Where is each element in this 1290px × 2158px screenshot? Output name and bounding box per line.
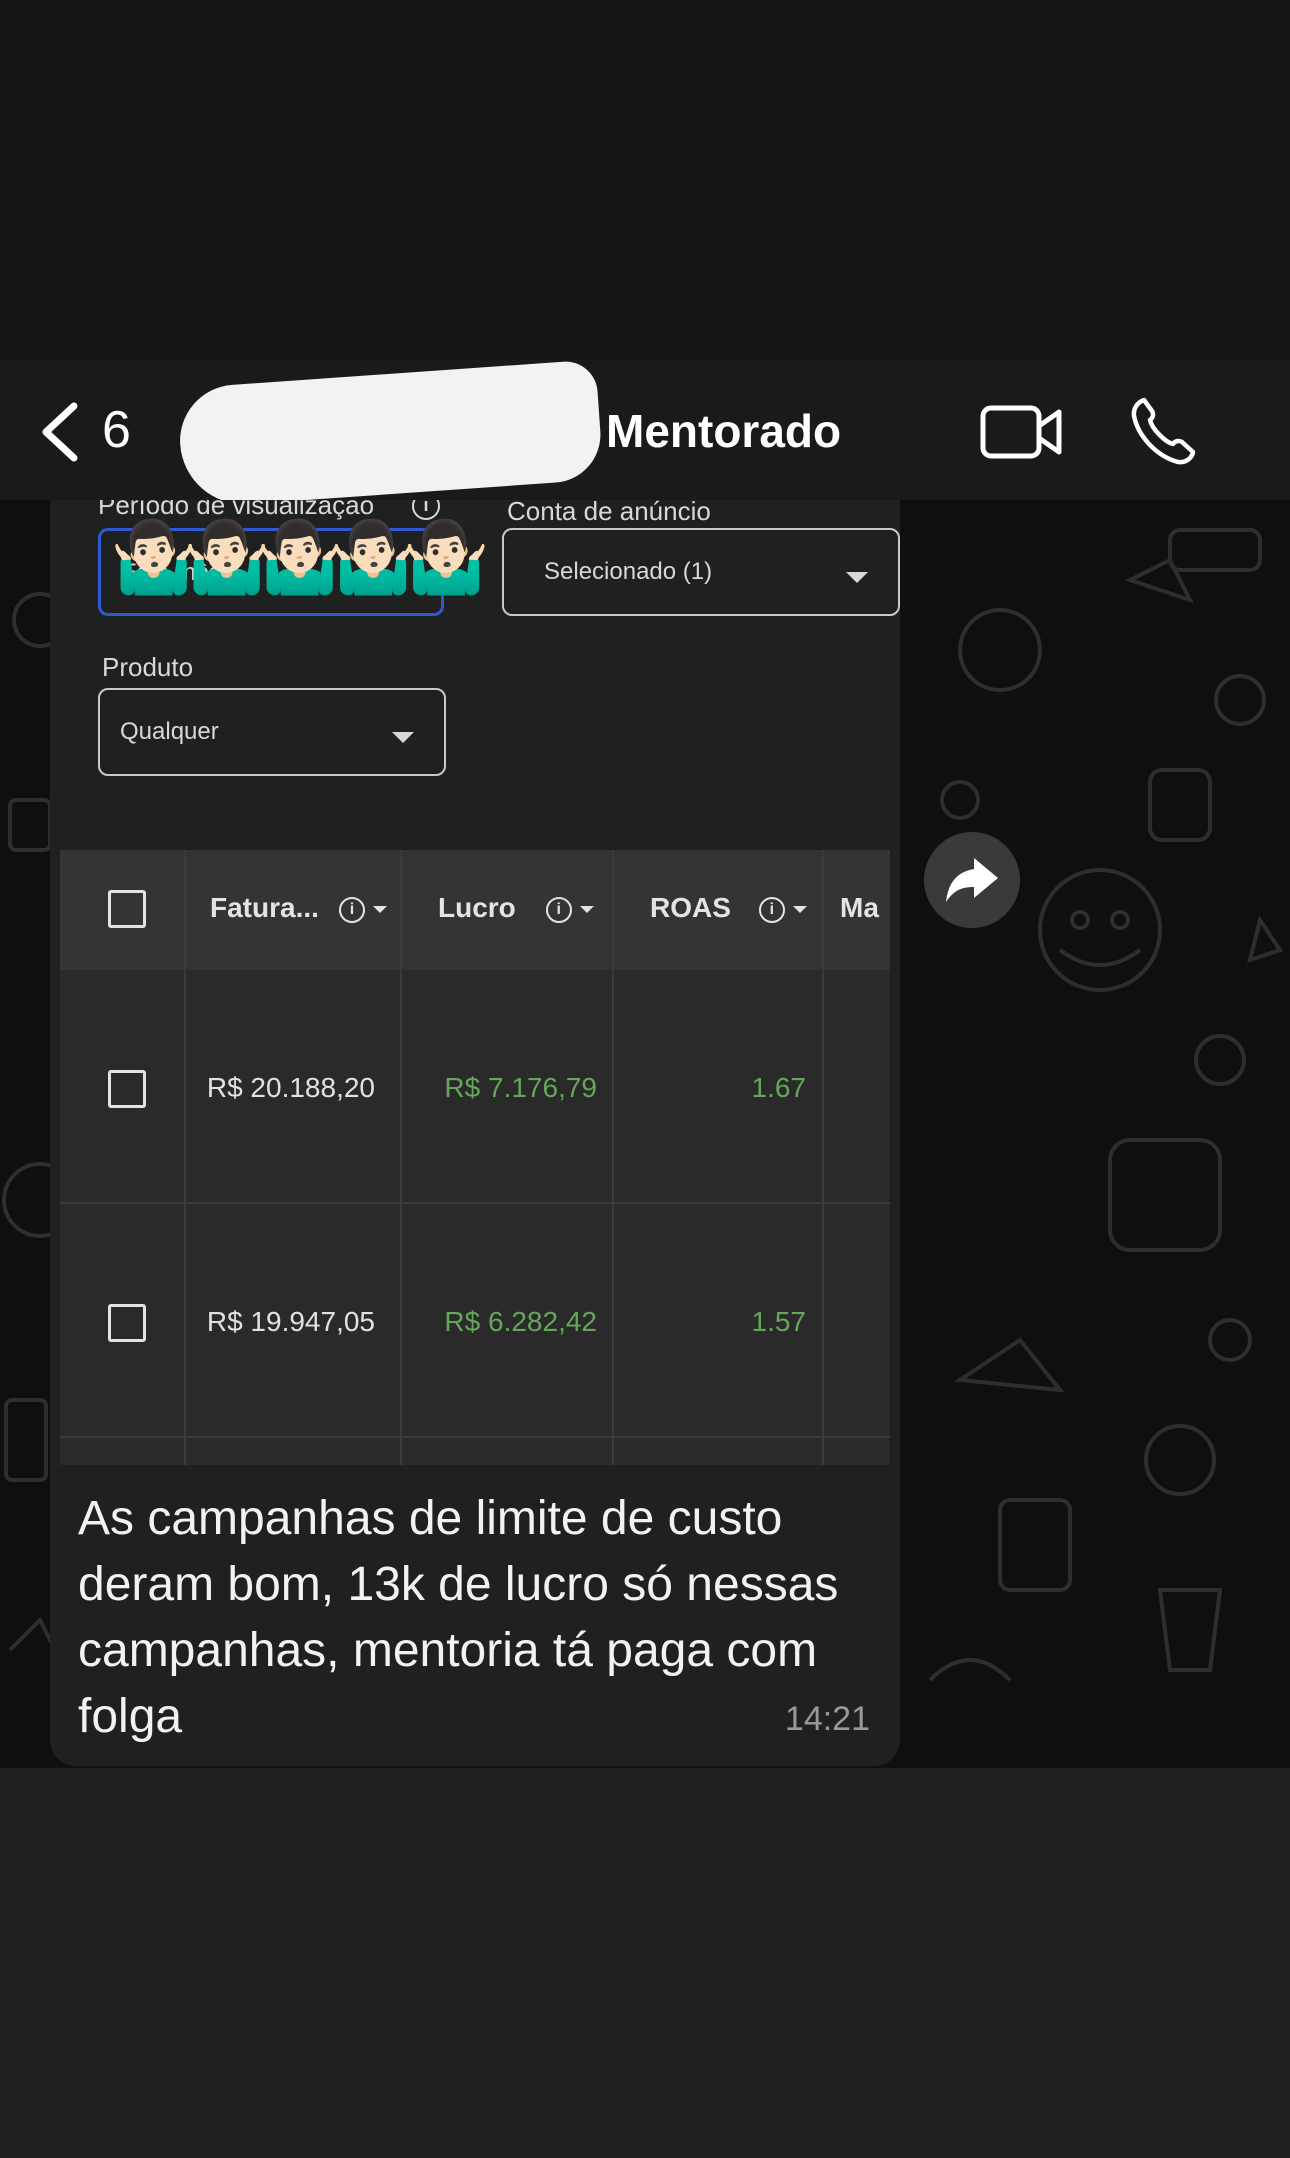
row-checkbox[interactable] [108,1304,146,1342]
message-text: As campanhas de limite de custo deram bo… [78,1492,839,1743]
phone-call-icon[interactable] [1130,396,1196,466]
screenshot-image: Período de visualização i Conta de anúnc… [50,500,900,1466]
product-value: Qualquer [120,718,219,745]
chat-header: 6 Mentorado [0,359,1290,509]
cell-roas: 1.67 [751,1072,807,1103]
header-margem[interactable]: Ma [840,892,879,924]
account-label: Conta de anúncio [507,500,711,526]
chevron-down-icon [392,732,414,743]
info-icon: i [338,896,365,923]
header-faturamento[interactable]: Fatura... i [210,892,387,924]
header-label: Fatura... [210,892,319,923]
cell-roas: 1.57 [751,1306,807,1337]
row-divider [60,1202,890,1204]
redacted-avatar-name [176,359,604,509]
header-roas[interactable]: ROAS i [650,892,807,924]
data-table: Fatura... i Lucro i ROAS i Ma R$ 20.188,20 … [60,850,890,1465]
account-select[interactable]: Selecionado (1) [502,528,900,616]
unread-count[interactable]: 6 [102,400,131,460]
header-label: ROAS [650,892,731,923]
column-divider [400,850,402,1465]
info-icon: i [545,896,572,923]
column-divider [612,850,614,1465]
status-area [0,0,1290,360]
chevron-down-icon [846,572,868,583]
message-time: 14:21 [784,1700,870,1738]
cell-faturamento: R$ 19.947,05 [206,1306,375,1337]
account-value: Selecionado (1) [544,558,713,585]
sort-caret-icon [372,906,387,914]
bottom-blank-area [0,1768,1290,2158]
back-chevron-icon[interactable] [36,402,86,462]
cell-faturamento: R$ 20.188,20 [206,1072,375,1103]
row-checkbox[interactable] [108,1070,146,1108]
select-all-checkbox[interactable] [108,890,146,928]
forward-arrow-icon [946,858,998,902]
cell-lucro: R$ 6.282,42 [444,1306,597,1337]
info-icon: i [758,896,785,923]
forward-button[interactable] [924,832,1020,928]
product-label: Produto [102,652,194,682]
message-bubble[interactable]: Período de visualização i Conta de anúnc… [50,500,900,1766]
header-label: Lucro [438,892,516,923]
row-divider [60,1436,890,1438]
column-divider [822,850,824,1465]
sort-caret-icon [579,906,594,914]
product-select[interactable]: Qualquer [98,688,446,776]
sort-caret-icon [792,906,807,914]
header-lucro[interactable]: Lucro i [438,892,594,924]
shrug-emoji-overlay: 🤷🏻‍♂️🤷🏻‍♂️🤷🏻‍♂️🤷🏻‍♂️🤷🏻‍♂️ [110,518,490,596]
column-divider [184,850,186,1465]
cell-lucro: R$ 7.176,79 [444,1072,597,1103]
contact-name[interactable]: Mentorado [606,404,841,458]
video-call-icon[interactable] [980,402,1062,462]
info-icon: i [412,500,440,520]
